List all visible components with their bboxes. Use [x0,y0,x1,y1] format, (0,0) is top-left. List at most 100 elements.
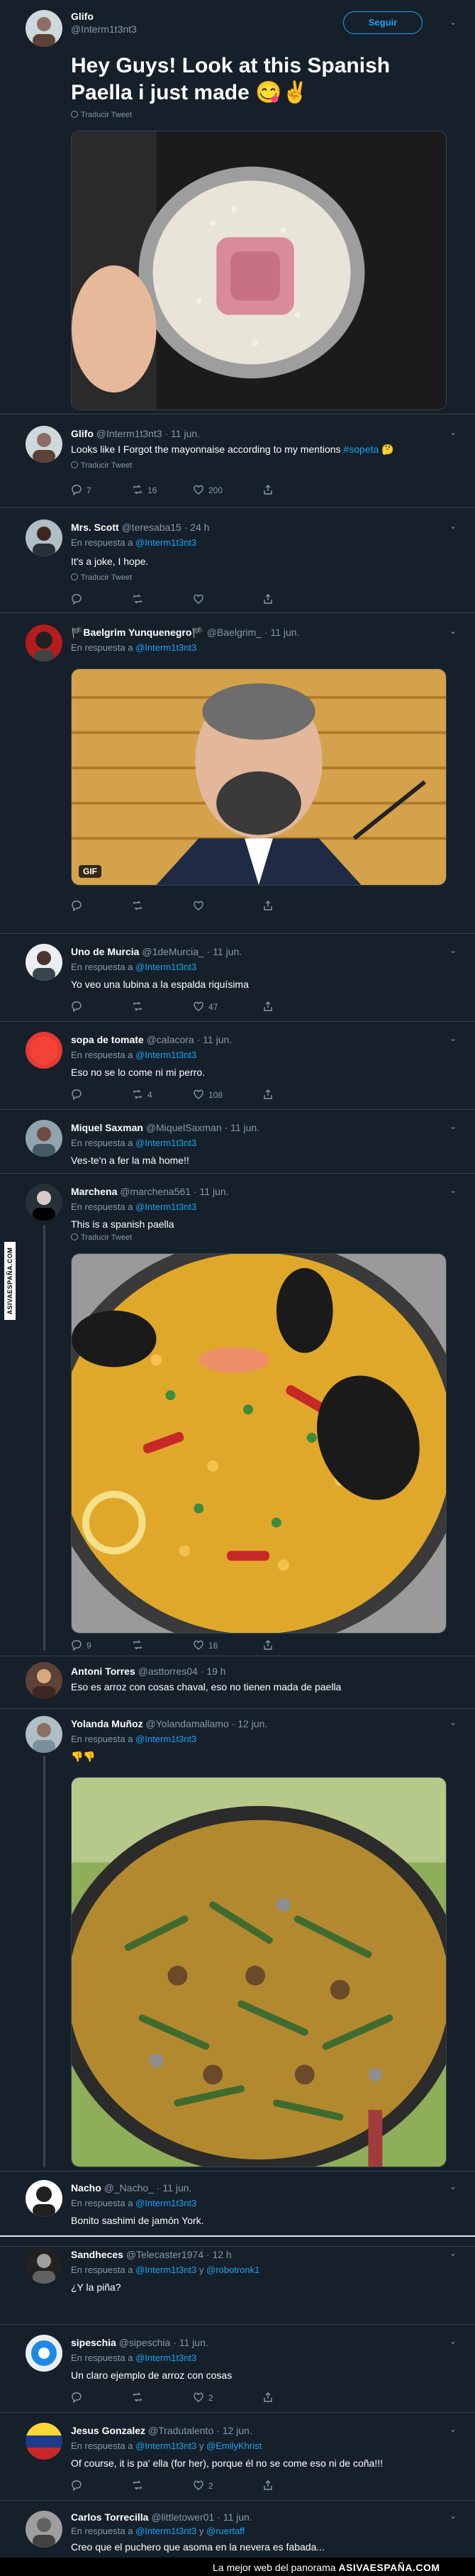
reaction-gif[interactable]: GIF [71,668,447,886]
share-button[interactable] [262,1089,274,1101]
chevron-down-icon[interactable]: ⌄ [449,2248,459,2258]
share-button[interactable] [262,593,274,606]
retweet-button[interactable]: 4 [132,1089,152,1101]
share-button[interactable] [262,2479,274,2492]
reply-button[interactable] [71,593,82,606]
chevron-down-icon[interactable]: ⌄ [449,427,459,437]
avatar[interactable] [26,1184,62,1221]
tweet-t9: Yolanda Muñoz @Yolandamallamo · 12 jun. … [0,1709,475,2172]
chevron-down-icon[interactable]: ⌄ [449,2336,459,2346]
tweet-t1: Glifo @Interm1t3nt3 · 11 jun. ⌄ Looks li… [0,414,475,508]
retweet-button[interactable] [132,900,143,913]
avatar[interactable] [26,1662,62,1699]
footer-brand[interactable]: ASIVAESPAÑA.COM [338,2562,440,2573]
retweet-button[interactable] [132,2391,143,2404]
reply-button[interactable] [71,1001,82,1013]
thread-line [43,1756,45,2167]
avatar[interactable] [26,2423,62,2460]
reply-icon [72,901,82,912]
avatar[interactable] [26,944,62,981]
like-button[interactable]: 47 [193,1001,218,1013]
like-button[interactable]: 108 [193,1089,223,1101]
translate-link[interactable]: Traducir Tweet [71,461,132,470]
heart-icon [194,2480,203,2490]
chevron-down-icon[interactable]: ⌄ [449,1033,459,1043]
avatar[interactable] [26,2247,62,2284]
share-icon [264,2392,272,2402]
avatar[interactable] [26,2511,62,2548]
chevron-down-icon[interactable]: ⌄ [449,2181,459,2191]
globe-icon [71,461,78,468]
avatar[interactable] [26,519,62,556]
retweet-button[interactable] [132,1639,143,1652]
retweet-button[interactable] [132,2479,143,2492]
translate-link[interactable]: Traducir Tweet [71,573,132,582]
retweet-button[interactable] [132,1001,143,1013]
reply-button[interactable]: 9 [71,1639,91,1652]
like-button[interactable]: 2 [193,2479,213,2492]
heart-icon [194,1001,203,1011]
reply-icon [72,1640,82,1651]
share-button[interactable] [262,1001,274,1013]
handle[interactable]: @Interm1t3nt3 [71,23,137,35]
avatar[interactable] [26,2180,62,2217]
share-button[interactable] [262,1639,274,1652]
chevron-down-icon[interactable]: ⌄ [449,521,459,531]
reply-icon [72,1089,82,1101]
chevron-down-icon[interactable]: ⌄ [449,1185,459,1195]
paella-photo[interactable] [71,131,447,410]
paella-photo[interactable] [71,1777,447,2167]
avatar[interactable] [26,2335,62,2372]
reply-button[interactable] [71,1089,82,1101]
chevron-down-icon[interactable]: ⌄ [449,17,459,27]
avatar[interactable] [26,624,62,661]
tweet-text: Eso es arroz con cosas chaval, eso no ti… [71,1681,342,1692]
reply-button[interactable] [71,900,82,913]
display-name[interactable]: Glifo [71,11,94,22]
retweet-button[interactable]: 16 [132,484,157,497]
translate-link[interactable]: Traducir Tweet [71,1233,132,1242]
chevron-down-icon[interactable]: ⌄ [449,626,459,636]
chevron-down-icon[interactable]: ⌄ [449,2511,459,2521]
reply-context: En respuesta a @Interm1t3nt3 y @robotron… [71,2264,260,2275]
chevron-down-icon[interactable]: ⌄ [449,1121,459,1131]
like-button[interactable]: 16 [193,1639,218,1652]
retweet-button[interactable] [132,593,143,606]
tweet-t6: Miquel Saxman @MiquelSaxman · 11 jun. ⌄ … [0,1110,475,1174]
like-button[interactable] [193,593,204,606]
avatar[interactable] [26,426,62,463]
chevron-down-icon[interactable]: ⌄ [449,2424,459,2434]
follow-button[interactable]: Seguir [343,11,423,34]
share-icon [264,1640,272,1650]
retweet-icon [133,1640,142,1650]
avatar[interactable] [26,1120,62,1157]
avatar[interactable] [26,10,62,47]
share-button[interactable] [262,900,274,913]
paella-photo[interactable] [71,1253,447,1634]
share-button[interactable] [262,484,274,497]
share-icon [264,901,272,910]
reply-context: En respuesta a @Interm1t3nt3 [71,962,197,972]
like-button[interactable]: 200 [193,484,223,497]
translate-link[interactable]: Traducir Tweet [71,111,132,119]
reply-button[interactable] [71,2479,82,2492]
chevron-down-icon[interactable]: ⌄ [449,1717,459,1727]
avatar[interactable] [26,1716,62,1753]
tweet-text: Creo que el puchero que asoma en la neve… [71,2541,325,2553]
like-button[interactable] [193,900,204,913]
retweet-icon [133,485,142,495]
reply-button[interactable] [71,2391,82,2404]
tweet-text: Looks like I Forgot the mayonnaise accor… [71,444,394,455]
like-button[interactable]: 2 [193,2391,213,2404]
hashtag-link[interactable]: #sopeta [343,444,379,455]
tweet-text: Ves-te'n a fer la mà home!! [71,1155,189,1166]
reply-button[interactable]: 7 [71,484,91,497]
chevron-down-icon[interactable]: ⌄ [449,945,459,955]
tweet-text: Of course, it is pa' ella (for her), por… [71,2457,384,2469]
tweet-t4: Uno de Murcia @1deMurcia_ · 11 jun. ⌄ En… [0,934,475,1022]
share-button[interactable] [262,2391,274,2404]
reply-context: En respuesta a @Interm1t3nt3 [71,2352,197,2363]
avatar[interactable] [26,1032,62,1069]
share-icon [264,1089,272,1099]
tweet-text: This is a spanish paella [71,1218,174,1230]
